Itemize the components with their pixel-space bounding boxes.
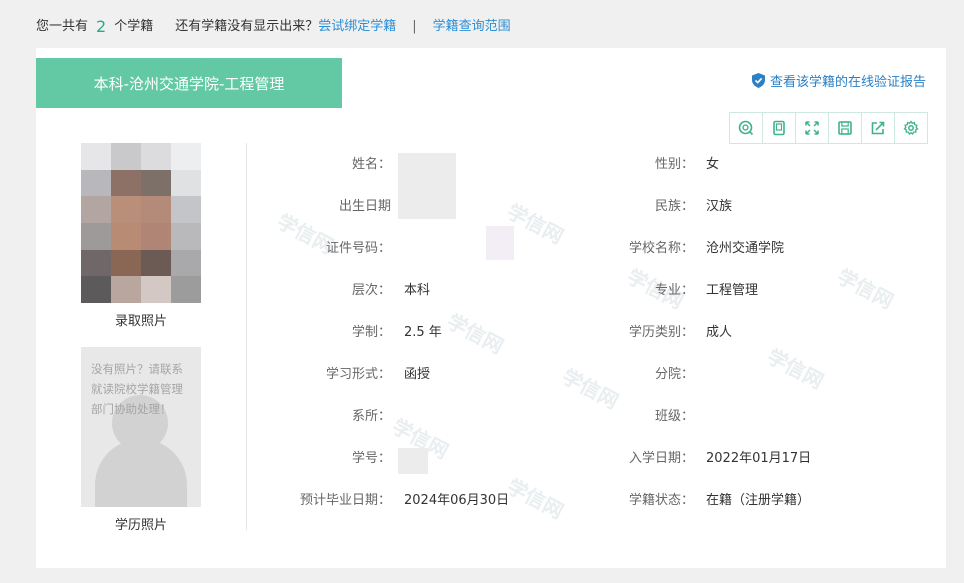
field-value: 2022年01月17日 xyxy=(706,451,812,466)
fullscreen-button[interactable] xyxy=(796,113,829,143)
field-row: 专业： 工程管理 xyxy=(36,279,946,303)
save-icon xyxy=(838,121,852,135)
record-title: 本科-沧州交通学院-工程管理 xyxy=(93,74,285,93)
count-prefix: 您一共有 xyxy=(36,19,89,34)
field-label: 学历类别： xyxy=(628,325,694,340)
field-value: 工程管理 xyxy=(706,283,759,298)
tablet-view-button[interactable] xyxy=(763,113,796,143)
missing-question: 还有学籍没有显示出来？ xyxy=(175,19,319,34)
shield-check-icon xyxy=(751,72,765,88)
field-row: 学校名称： 沧州交通学院 xyxy=(36,237,946,261)
count-suffix: 个学籍 xyxy=(114,19,154,34)
field-row: 民族： 汉族 xyxy=(36,195,946,219)
record-count: 2 xyxy=(96,17,107,36)
top-bar: 您一共有 2 个学籍 还有学籍没有显示出来？ 尝试绑定学籍 | 学籍查询范围 xyxy=(36,17,511,37)
field-value: 汉族 xyxy=(706,199,733,214)
share-icon xyxy=(871,121,885,135)
no-photo-message: 没有照片？请联系就读院校学籍管理部门协助处理！ xyxy=(91,362,183,416)
field-value: 成人 xyxy=(706,325,733,340)
field-row: 入学日期： 2022年01月17日 xyxy=(36,447,946,471)
share-button[interactable] xyxy=(862,113,895,143)
field-row: 学历类别： 成人 xyxy=(36,321,946,345)
settings-icon xyxy=(903,120,919,135)
diploma-photo-caption: 学历照片 xyxy=(114,518,167,533)
field-value: 沧州交通学院 xyxy=(706,241,785,256)
fullscreen-icon xyxy=(805,121,819,135)
toolbar xyxy=(729,112,928,144)
verify-report-link[interactable]: 查看该学籍的在线验证报告 xyxy=(751,70,926,90)
settings-button[interactable] xyxy=(895,113,927,143)
record-card: 学信网 学信网 学信网 学信网 学信网 学信网 学信网 学信网 学信网 学信网 … xyxy=(36,48,946,568)
verify-report-label: 查看该学籍的在线验证报告 xyxy=(769,74,926,90)
field-label: 学籍状态： xyxy=(628,493,694,508)
field-row: 学籍状态： 在籍（注册学籍） xyxy=(36,489,946,513)
field-value: 在籍（注册学籍） xyxy=(706,493,811,508)
search-icon xyxy=(738,120,754,136)
bind-record-link[interactable]: 尝试绑定学籍 xyxy=(318,17,396,37)
field-label: 性别： xyxy=(654,157,694,172)
record-title-ribbon: 本科-沧州交通学院-工程管理 xyxy=(36,58,342,108)
separator: | xyxy=(412,19,417,34)
query-scope-link[interactable]: 学籍查询范围 xyxy=(433,17,511,37)
field-row: 性别： 女 xyxy=(36,153,946,177)
search-button[interactable] xyxy=(730,113,763,143)
field-label: 学校名称： xyxy=(628,241,694,256)
field-value: 女 xyxy=(706,157,720,172)
field-label: 专业： xyxy=(654,283,694,298)
field-label: 分院： xyxy=(654,367,694,382)
save-button[interactable] xyxy=(829,113,862,143)
field-label: 入学日期： xyxy=(628,451,694,466)
field-label: 民族： xyxy=(654,199,694,214)
tablet-icon xyxy=(773,120,785,136)
field-label: 班级： xyxy=(654,409,694,424)
